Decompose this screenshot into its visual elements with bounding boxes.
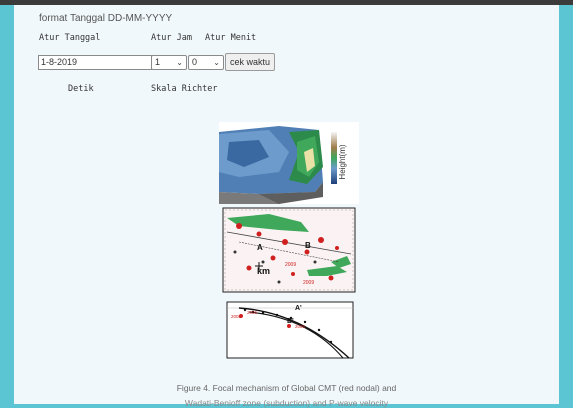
hour-label: Atur Jam	[151, 33, 192, 43]
figure-caption-line-1: Figure 4. Focal mechanism of Global CMT …	[176, 383, 397, 393]
cross-section-panel: A' B' 2006 2006 2006	[226, 301, 354, 359]
section-year-label: 2006	[247, 310, 258, 315]
relief-map-panel: Height(m)	[219, 122, 359, 204]
seismicity-map-panel: A B km 2009 2009	[222, 207, 356, 293]
check-time-button[interactable]: cek waktu	[225, 53, 275, 71]
section-label-a: A'	[295, 305, 302, 312]
map-year-label: 2009	[285, 262, 296, 268]
figure-graphic: Height(m) A B km 2009 2009 A' B' 2006 20…	[219, 122, 359, 359]
date-input[interactable]: 1-8-2019	[38, 55, 152, 70]
map-label-b: B	[305, 241, 311, 250]
richter-scale-label: Skala Richter	[151, 84, 218, 94]
chevron-down-icon: ⌄	[176, 58, 183, 67]
figure-caption-line-2: Wadati-Benioff zone (subduction) and P-w…	[184, 398, 389, 408]
colorbar-label: Height(m)	[338, 144, 347, 179]
minute-select[interactable]: 0 ⌄	[188, 55, 224, 70]
hour-select[interactable]: 1 ⌄	[151, 55, 187, 70]
map-year-label: 2009	[303, 280, 314, 286]
section-year-label: 2006	[231, 314, 242, 319]
section-year-label: 2006	[295, 324, 306, 329]
section-label-b: B'	[287, 318, 294, 325]
map-label-a: A	[257, 243, 263, 252]
seconds-label: Detik	[68, 84, 94, 94]
minute-select-value: 0	[192, 57, 198, 67]
date-format-hint: format Tanggal DD-MM-YYYY	[39, 13, 173, 24]
hour-select-value: 1	[155, 57, 161, 67]
research-figure: Height(m) A B km 2009 2009 A' B' 2006 20…	[219, 122, 359, 362]
date-label: Atur Tanggal	[39, 33, 101, 43]
minute-label: Atur Menit	[205, 33, 257, 43]
chevron-down-icon: ⌄	[213, 58, 220, 67]
content-panel: format Tanggal DD-MM-YYYY Atur Tanggal A…	[14, 5, 559, 408]
